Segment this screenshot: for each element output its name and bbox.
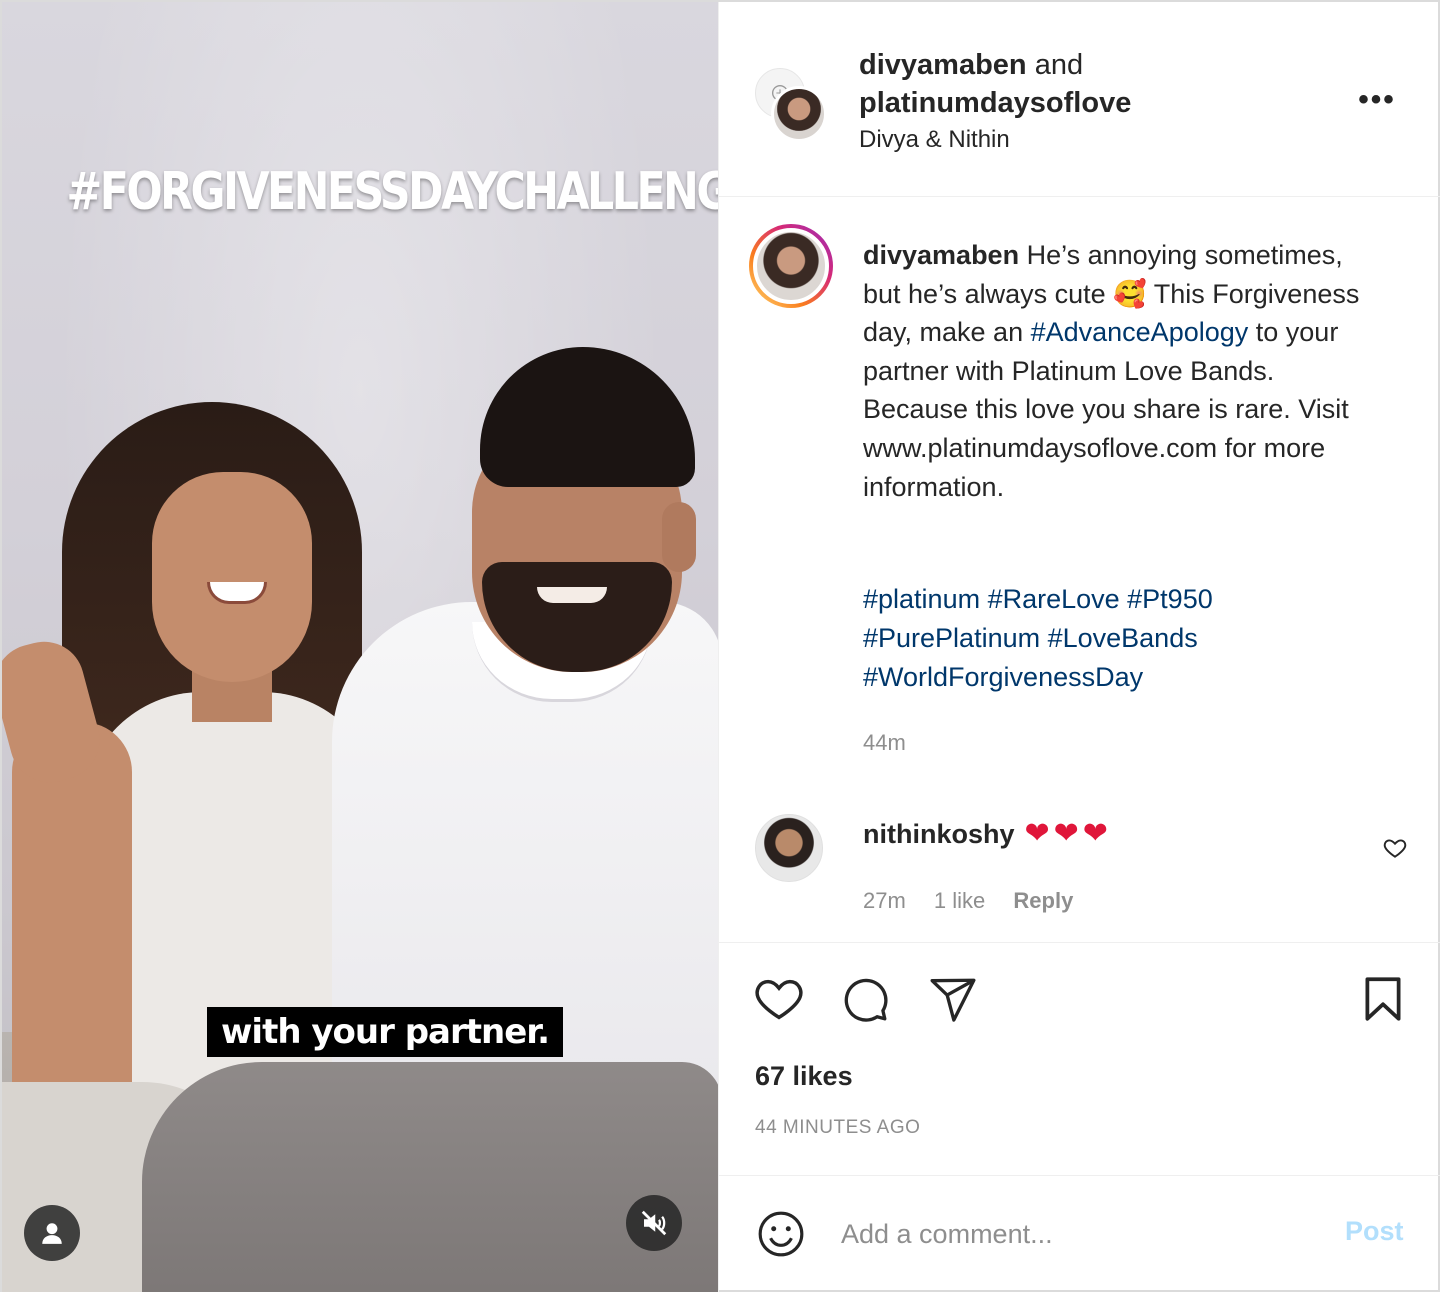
heart-icon xyxy=(1383,839,1407,858)
caption-text: divyamaben He’s annoying sometimes, but … xyxy=(863,236,1363,506)
post-video[interactable]: #FORGIVENESSDAYCHALLENGE with your partn… xyxy=(2,2,718,1292)
hashtag-line[interactable]: #platinum #RareLove #Pt950 xyxy=(863,580,1363,619)
comment-meta: 27m 1 like Reply xyxy=(863,888,1095,914)
post-authors: divyamaben and platinumdaysoflove xyxy=(859,46,1131,122)
post-dialog: #FORGIVENESSDAYCHALLENGE with your partn… xyxy=(0,0,1440,1292)
bookmark-icon xyxy=(1365,977,1401,1021)
caption-username[interactable]: divyamaben xyxy=(863,240,1019,270)
video-overlay-title: #FORGIVENESSDAYCHALLENGE xyxy=(66,162,718,222)
post-comment-button[interactable]: Post xyxy=(1345,1216,1404,1247)
more-icon: ••• xyxy=(1358,83,1396,116)
mute-icon xyxy=(641,1210,667,1236)
post-time[interactable]: 44 MINUTES AGO xyxy=(755,1117,920,1139)
video-man-smile xyxy=(537,587,607,603)
collaborator-username[interactable]: platinumdaysoflove xyxy=(859,87,1131,119)
share-button[interactable] xyxy=(925,971,981,1027)
caption-avatar-image xyxy=(753,228,829,304)
comment-like-button[interactable] xyxy=(1379,832,1411,864)
post-caption-area: divyamaben He’s annoying sometimes, but … xyxy=(719,198,1440,940)
post-details-panel: divyamaben and platinumdaysoflove Divya … xyxy=(718,2,1440,1292)
video-man-ear xyxy=(662,502,696,572)
comment-reply-button[interactable]: Reply xyxy=(1013,888,1073,913)
video-subtitle: with your partner. xyxy=(207,1007,564,1057)
video-man-pants xyxy=(142,1062,718,1292)
author-username[interactable]: divyamaben xyxy=(859,49,1027,81)
comment-hearts: ❤❤❤ xyxy=(1024,817,1112,850)
like-button[interactable] xyxy=(751,971,807,1027)
emoji-button[interactable] xyxy=(755,1208,807,1260)
comment-icon xyxy=(844,978,888,1022)
hashtag-line[interactable]: #PurePlatinum #LoveBands xyxy=(863,619,1363,658)
comment-likes[interactable]: 1 like xyxy=(934,888,985,913)
video-woman-face xyxy=(152,472,312,682)
comment-text: nithinkoshy ❤❤❤ xyxy=(863,816,1112,851)
caption-hashtag-link[interactable]: #AdvanceApology xyxy=(1031,317,1249,347)
post-actions: 67 likes 44 MINUTES AGO xyxy=(719,942,1440,1174)
share-icon xyxy=(930,978,976,1022)
like-count[interactable]: 67 likes xyxy=(755,1061,853,1092)
add-comment-bar: Post xyxy=(719,1175,1440,1292)
caption-avatar[interactable] xyxy=(749,224,833,308)
more-options-button[interactable]: ••• xyxy=(1349,80,1405,120)
heart-icon xyxy=(755,979,803,1020)
hashtag-line[interactable]: #WorldForgivenessDay xyxy=(863,658,1363,697)
post-header: divyamaben and platinumdaysoflove Divya … xyxy=(719,2,1440,197)
commenter-username[interactable]: nithinkoshy xyxy=(863,819,1015,849)
user-avatar[interactable] xyxy=(771,86,827,142)
mute-button[interactable] xyxy=(626,1195,682,1251)
user-tag-button[interactable] xyxy=(24,1205,80,1261)
caption-timestamp: 44m xyxy=(863,730,906,755)
author-joiner: and xyxy=(1034,49,1084,81)
emoji-icon xyxy=(758,1211,804,1257)
comment-input[interactable] xyxy=(841,1212,1321,1256)
comment-button[interactable] xyxy=(837,971,893,1027)
video-woman-arm xyxy=(12,722,132,1142)
comment-time: 27m xyxy=(863,888,906,913)
user-tag-icon xyxy=(42,1223,62,1244)
commenter-avatar[interactable] xyxy=(755,814,823,882)
save-button[interactable] xyxy=(1355,971,1411,1027)
post-subtitle: Divya & Nithin xyxy=(859,126,1010,153)
caption-hashtags: #platinum #RareLove #Pt950 #PurePlatinum… xyxy=(863,580,1363,697)
